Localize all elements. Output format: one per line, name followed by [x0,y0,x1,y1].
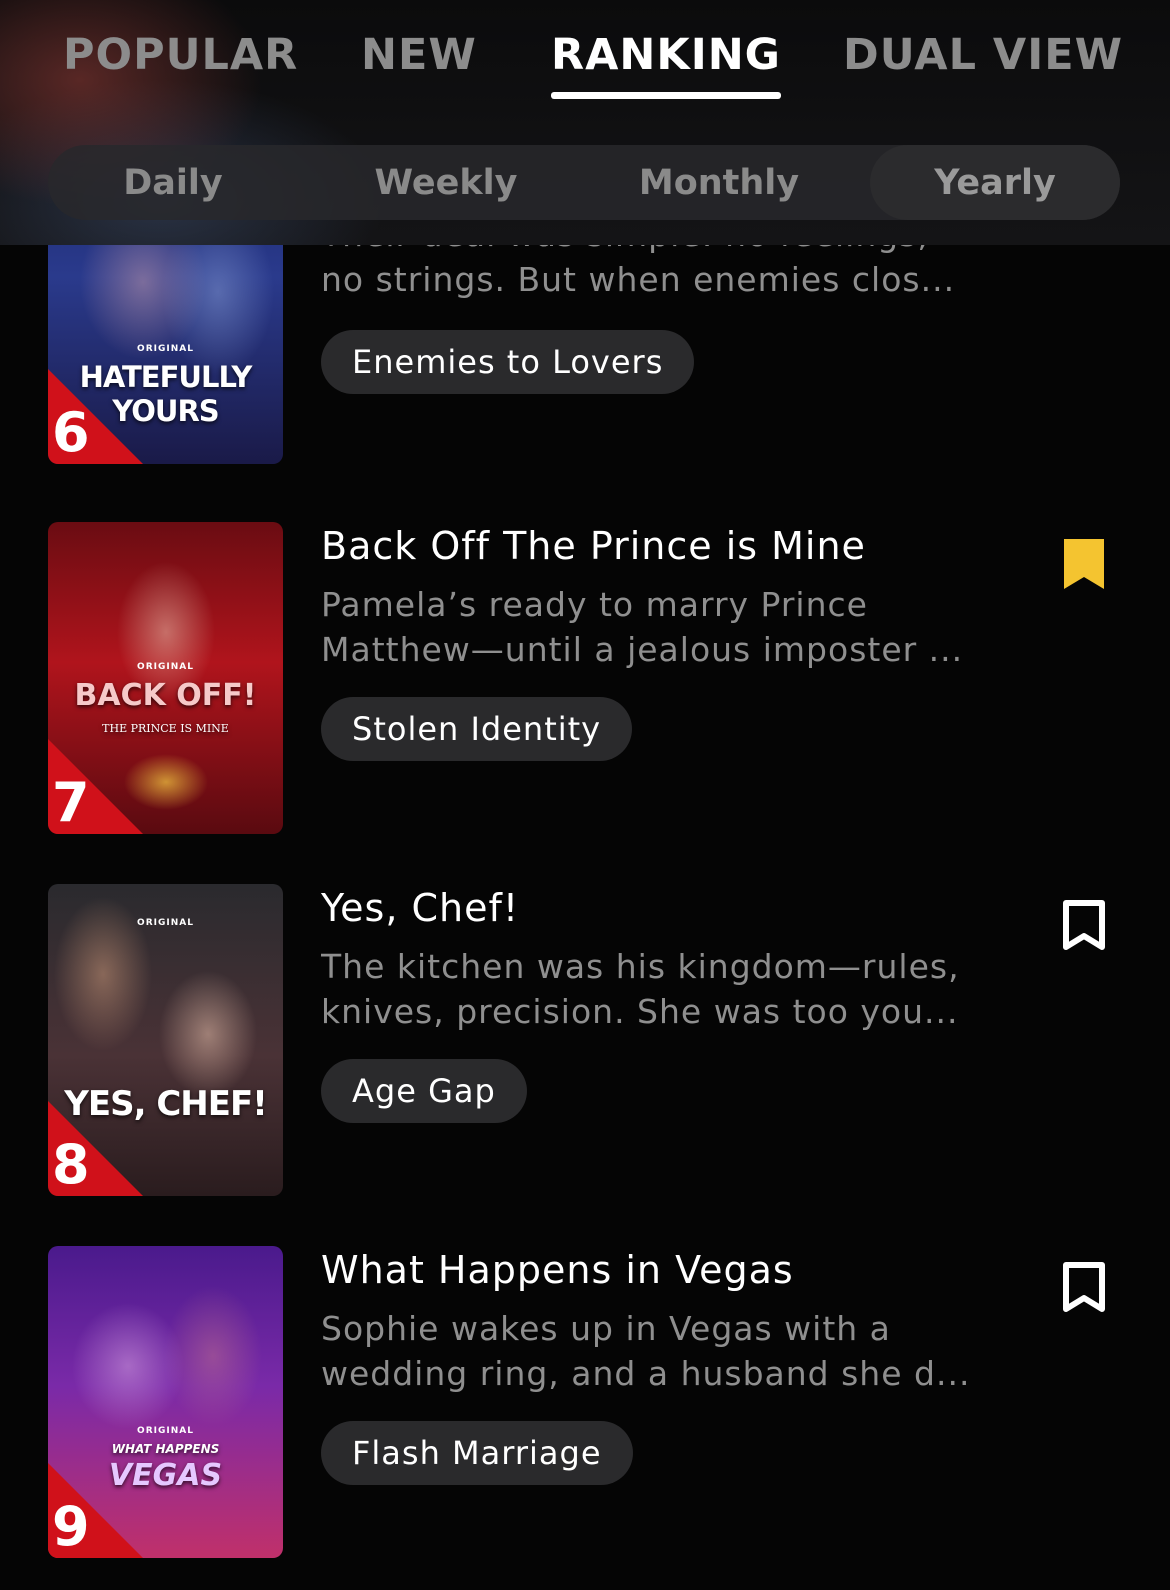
main-tab-bar: POPULAR NEW RANKING DUAL VIEW [0,0,1170,110]
tab-dual-view[interactable]: DUAL VIEW [843,30,1123,80]
segment-yearly[interactable]: Yearly [870,145,1120,220]
app: ORIGINAL HATEFULLY YOURS 6 Their deal wa… [0,0,1170,1590]
rank-number: 7 [52,771,90,834]
poster-badge: ORIGINAL [137,1426,194,1436]
segment-monthly[interactable]: Monthly [594,145,844,220]
active-tab-underline [551,92,781,99]
item-title[interactable]: Yes, Chef! [321,886,519,930]
rank-number: 6 [52,401,90,464]
description-line: Sophie wakes up in Vegas with a [321,1309,891,1348]
rank-number: 8 [52,1133,90,1196]
poster-subtitle: WHAT HAPPENS [111,1442,220,1456]
poster-badge: ORIGINAL [137,662,194,672]
item-description: Sophie wakes up in Vegas with a wedding … [321,1306,1001,1396]
tab-new[interactable]: NEW [361,30,477,80]
genre-tag[interactable]: Stolen Identity [321,697,633,761]
description-line: Matthew—until a jealous imposter ... [321,630,964,669]
period-segmented-control: Daily Weekly Monthly Yearly [48,145,1120,220]
item-title[interactable]: Back Off The Prince is Mine [321,524,866,568]
description-line: no strings. But when enemies clos... [321,260,956,299]
poster[interactable]: ORIGINAL BACK OFF! THE PRINCE IS MINE 7 [48,522,283,834]
description-line: The kitchen was his kingdom—rules, [321,947,960,986]
bookmark-filled-icon[interactable] [1062,537,1106,591]
description-line: wedding ring, and a husband she d... [321,1354,971,1393]
genre-tag[interactable]: Age Gap [321,1059,527,1123]
rank-number: 9 [52,1495,90,1558]
segment-daily[interactable]: Daily [48,145,298,220]
genre-tag[interactable]: Flash Marriage [321,1421,633,1485]
item-title[interactable]: What Happens in Vegas [321,1248,794,1292]
list-item[interactable]: ORIGINAL WHAT HAPPENS VEGAS 9 What Happe… [0,1246,1170,1558]
top-header: POPULAR NEW RANKING DUAL VIEW Daily Week… [0,0,1170,245]
segment-weekly[interactable]: Weekly [321,145,571,220]
poster[interactable]: ORIGINAL YES, CHEF! 8 [48,884,283,1196]
item-description: The kitchen was his kingdom—rules, knive… [321,944,1001,1034]
tab-popular[interactable]: POPULAR [63,30,298,80]
description-line: knives, precision. She was too you... [321,992,959,1031]
poster[interactable]: ORIGINAL WHAT HAPPENS VEGAS 9 [48,1246,283,1558]
bookmark-outline-icon[interactable] [1062,899,1106,953]
bookmark-outline-icon[interactable] [1062,1261,1106,1315]
genre-tag[interactable]: Enemies to Lovers [321,330,695,394]
tab-ranking-label: RANKING [551,30,781,80]
poster-badge: ORIGINAL [137,344,194,354]
poster-title: BACK OFF! [74,678,257,713]
list-item[interactable]: ORIGINAL YES, CHEF! 8 Yes, Chef! The kit… [0,884,1170,1196]
poster-badge: ORIGINAL [137,918,194,928]
poster-subtitle: THE PRINCE IS MINE [102,722,229,735]
description-line: Pamela’s ready to marry Prince [321,585,868,624]
item-description: Pamela’s ready to marry Prince Matthew—u… [321,582,1001,672]
tab-ranking[interactable]: RANKING [551,30,781,99]
list-item[interactable]: ORIGINAL BACK OFF! THE PRINCE IS MINE 7 … [0,522,1170,834]
